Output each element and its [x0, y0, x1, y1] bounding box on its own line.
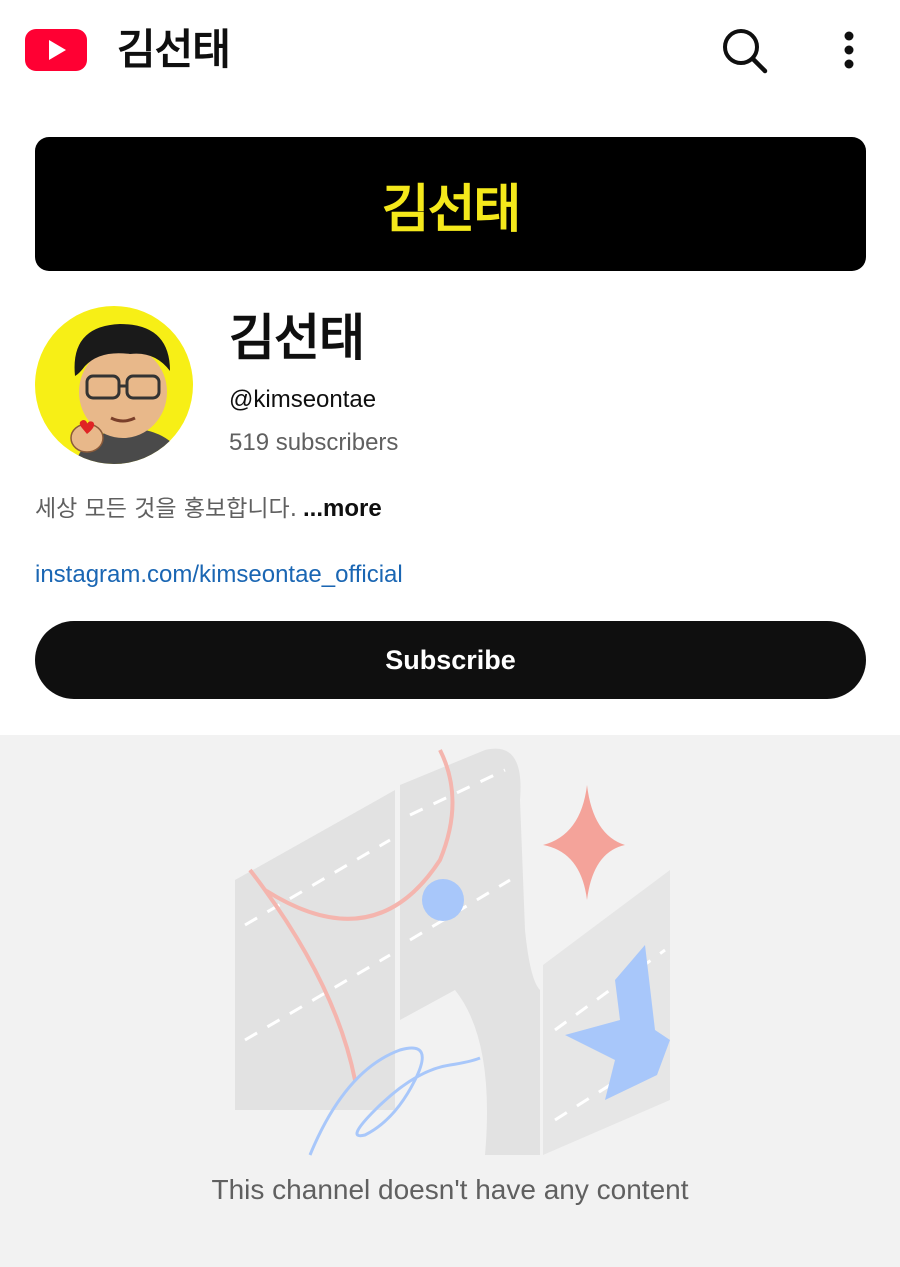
channel-name: 김선태	[229, 309, 365, 367]
channel-avatar[interactable]	[35, 306, 193, 464]
external-link[interactable]: instagram.com/kimseontae_official	[35, 559, 403, 591]
banner-logo-text: 김선태	[381, 179, 522, 240]
empty-channel-illustration-icon	[235, 748, 670, 1156]
cartoon-avatar-icon	[70, 324, 185, 464]
subscribe-button[interactable]: Subscribe	[35, 621, 866, 699]
more-vertical-icon[interactable]	[832, 26, 866, 74]
channel-description[interactable]: 세상 모든 것을 홍보합니다. ...more	[35, 493, 382, 525]
more-link[interactable]: ...more	[303, 495, 382, 522]
channel-banner[interactable]: 김선태	[35, 137, 866, 271]
description-text: 세상 모든 것을 홍보합니다.	[35, 496, 298, 522]
youtube-logo-icon[interactable]	[25, 29, 87, 71]
channel-handle: @kimseontae	[229, 386, 377, 413]
search-icon[interactable]	[718, 24, 770, 76]
header-title: 김선태	[117, 25, 231, 74]
empty-state-message: This channel doesn't have any content	[211, 1174, 689, 1205]
subscriber-count: 519 subscribers	[229, 429, 399, 456]
top-app-bar: 김선태	[0, 0, 900, 100]
